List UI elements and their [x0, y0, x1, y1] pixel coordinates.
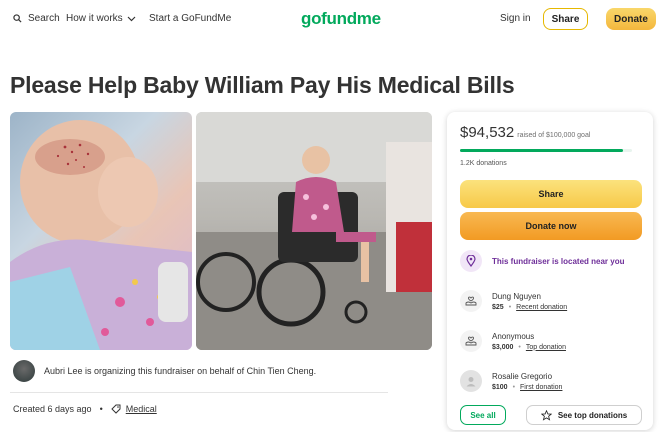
goal-text: raised of $100,000 goal: [517, 132, 591, 139]
donor-tag[interactable]: Top donation: [526, 344, 566, 351]
chevron-down-icon: [127, 16, 136, 21]
donor-name: Dung Nguyen: [492, 291, 541, 301]
donation-hands-icon: [460, 290, 482, 312]
raised-amount: $94,532: [460, 124, 515, 141]
list-item: Anonymous $3,000 • Top donation: [460, 330, 566, 352]
donation-hands-icon: [460, 330, 482, 352]
share-button[interactable]: Share: [460, 180, 642, 208]
donor-separator: •: [518, 343, 521, 351]
donate-now-button[interactable]: Donate now: [460, 212, 642, 240]
how-it-works-menu[interactable]: How it works: [66, 13, 136, 24]
avatar: [13, 360, 35, 382]
gofundme-logo[interactable]: gofundme: [301, 9, 381, 29]
meta-separator: •: [99, 404, 103, 414]
progress-bar: [460, 149, 632, 152]
see-top-donations-button[interactable]: See top donations: [526, 405, 642, 425]
created-text: Created 6 days ago: [13, 404, 92, 414]
search-link[interactable]: Search: [13, 13, 60, 24]
donor-separator: •: [508, 303, 512, 311]
list-item: Rosalie Gregorio $100 • First donation: [460, 370, 562, 392]
donor-tag[interactable]: First donation: [520, 384, 562, 391]
tag-icon: [111, 404, 121, 414]
header-donate-button[interactable]: Donate: [606, 8, 656, 30]
category-link[interactable]: Medical: [111, 404, 157, 414]
organizer-row: Aubri Lee is organizing this fundraiser …: [13, 360, 316, 382]
category-label: Medical: [125, 404, 157, 414]
page-title: Please Help Baby William Pay His Medical…: [10, 72, 515, 98]
divider: [10, 392, 388, 393]
list-item: Dung Nguyen $25 • Recent donation: [460, 290, 567, 312]
top-nav: Search How it works Start a GoFundMe gof…: [0, 0, 660, 40]
campaign-photo-baby: [10, 112, 192, 350]
donor-name: Rosalie Gregorio: [492, 371, 553, 381]
see-top-label: See top donations: [557, 410, 628, 420]
campaign-photo-wheelchair: [196, 112, 432, 350]
donor-amount: $3,000: [492, 343, 514, 351]
donor-separator: •: [512, 383, 516, 391]
start-gofundme-link[interactable]: Start a GoFundMe: [149, 13, 231, 24]
avatar: [460, 370, 482, 392]
progress-fill: [460, 149, 623, 152]
location-pin-icon: [460, 250, 482, 272]
sign-in-link[interactable]: Sign in: [500, 13, 531, 24]
donor-amount: $25: [492, 303, 504, 311]
search-label: Search: [28, 13, 60, 24]
campaign-meta: Created 6 days ago • Medical: [13, 404, 157, 414]
organizer-text: Aubri Lee is organizing this fundraiser …: [44, 366, 317, 376]
near-you-notice: This fundraiser is located near you: [460, 250, 624, 272]
donor-name: Anonymous: [492, 331, 535, 341]
near-you-text: This fundraiser is located near you: [492, 256, 625, 266]
donations-count: 1.2K donations: [460, 160, 507, 167]
star-icon: [540, 409, 552, 421]
how-it-works-label: How it works: [66, 13, 123, 24]
amount-raised: $94,532 raised of $100,000 goal: [460, 124, 590, 141]
donation-card: $94,532 raised of $100,000 goal 1.2K don…: [447, 112, 653, 430]
see-all-button[interactable]: See all: [460, 405, 506, 425]
donor-amount: $100: [492, 383, 508, 391]
donor-tag[interactable]: Recent donation: [516, 304, 567, 311]
header-share-button[interactable]: Share: [543, 8, 588, 30]
search-icon: [13, 14, 22, 23]
